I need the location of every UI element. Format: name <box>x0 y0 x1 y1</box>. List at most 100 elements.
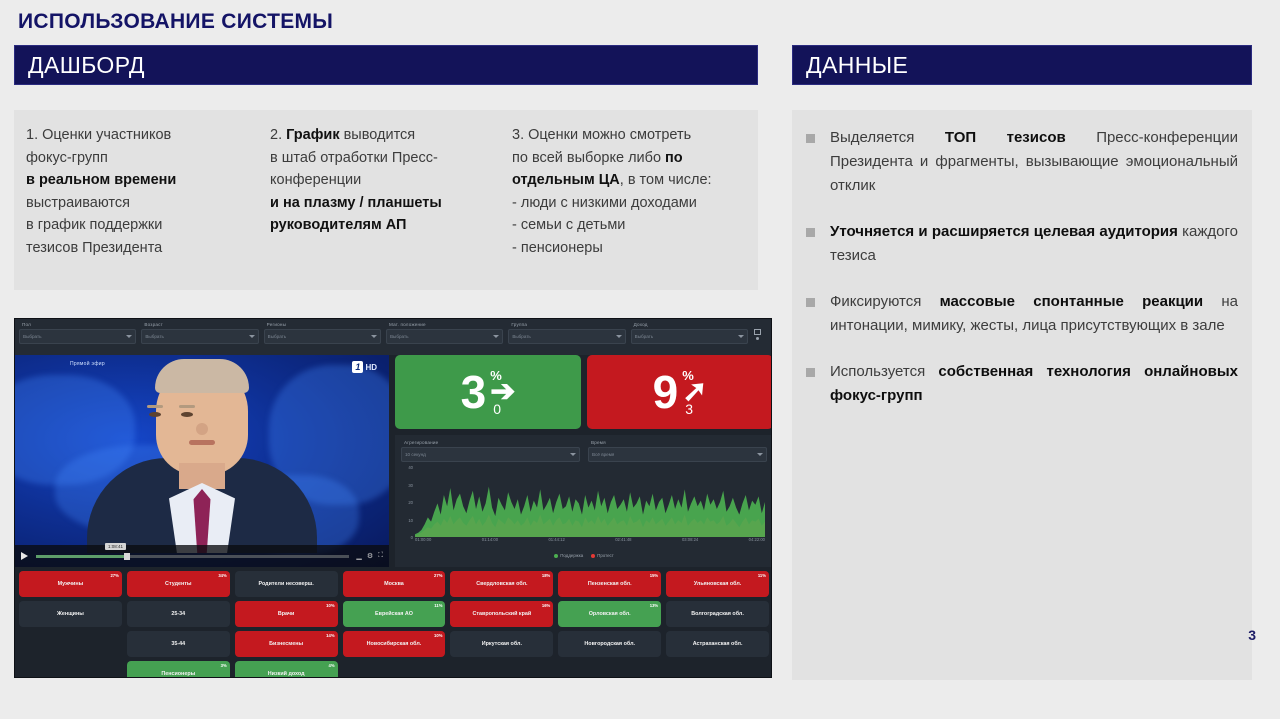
filter-group-label: Группа <box>511 322 528 327</box>
chart-legend-item: Протест <box>591 553 614 558</box>
filter-marital-status[interactable]: Мат. положение Выбрать <box>385 321 504 355</box>
segment-tile[interactable]: Новосибирская обл. 10% <box>342 631 446 657</box>
filter-income-select[interactable]: Выбрать <box>630 329 748 344</box>
description-text-2: 2. График выводится в штаб отработки Пре… <box>270 127 442 233</box>
segment-tile[interactable]: Ставропольский край 16% <box>450 601 554 627</box>
segment-tile[interactable]: Мужчины 27% <box>19 571 122 597</box>
description-column-3: 3. Оценки можно смотреть по всей выборке… <box>500 124 758 290</box>
segment-tile[interactable]: Иркутская обл. <box>450 631 554 657</box>
reaction-chart-plot: 40 30 20 10 0 01:00:00 01:14:00 01:44:12 02:41:… <box>401 465 767 551</box>
segment-tile-label: Женщины <box>56 611 84 617</box>
segment-tile-empty <box>666 661 769 677</box>
description-column-2: 2. График выводится в штаб отработки Пре… <box>258 124 500 290</box>
square-bullet-icon <box>806 298 815 307</box>
more-dot-icon <box>756 337 760 340</box>
segment-tile-empty <box>558 661 661 677</box>
fullscreen-icon[interactable] <box>753 329 763 355</box>
filter-income[interactable]: Доход Выбрать <box>630 321 748 355</box>
segment-tile[interactable]: Пенсионеры 3% <box>126 661 230 677</box>
segment-tile[interactable]: Волгоградская обл. <box>666 601 769 627</box>
gear-icon[interactable]: ⚙ <box>367 552 373 560</box>
live-badge: Прямой эфир <box>70 361 105 367</box>
channel-logo-hd: HD <box>365 362 377 372</box>
segment-tile[interactable]: Студенты 34% <box>126 571 230 597</box>
legend-color-swatch <box>554 553 559 558</box>
filter-group-select[interactable]: Выбрать <box>508 329 626 344</box>
bullet-text-3: Фиксируются массовые спонтанные реакции … <box>830 293 1238 334</box>
description-column-1: 1. Оценки участников фокус-групп в реаль… <box>14 124 258 290</box>
brow-shape <box>147 405 163 408</box>
segment-tile[interactable]: 35-44 <box>126 631 230 657</box>
chart-legend-item: Поддержка <box>554 553 583 558</box>
segment-tile[interactable]: 25-34 <box>126 601 230 627</box>
segment-tile-label: Еврейская АО <box>375 611 413 617</box>
volume-icon[interactable]: ▁ <box>356 552 361 560</box>
segment-tile[interactable]: Женщины <box>19 601 122 627</box>
page-title: ИСПОЛЬЗОВАНИЕ СИСТЕМЫ <box>18 10 334 33</box>
segment-tile[interactable]: Москва 27% <box>342 571 446 597</box>
video-progress-handle[interactable] <box>123 552 130 560</box>
video-progress-track[interactable]: 1:08:41 <box>36 542 350 560</box>
kpi-tile-protest: 9 % ➚ 3 <box>587 355 771 429</box>
segment-tile[interactable]: Родители несоверш. <box>234 571 338 597</box>
segment-tile-label: Иркутская обл. <box>481 641 522 647</box>
filter-aggregation-label: Агрегирование <box>404 440 439 445</box>
video-progress-fill <box>36 554 124 558</box>
chart-x-tick: 01:00:00 <box>415 537 432 542</box>
chevron-down-icon <box>493 335 500 338</box>
filter-group[interactable]: Группа Выбрать <box>508 321 626 355</box>
segment-tile[interactable]: Врачи 10% <box>234 601 338 627</box>
filter-time[interactable]: Время Всё время <box>588 439 767 462</box>
segment-tile[interactable]: Ульяновская обл. 11% <box>666 571 769 597</box>
chart-plot-area <box>415 467 765 537</box>
segment-tile-percent: 10% <box>326 603 335 608</box>
list-item: Используется собственная технология онла… <box>806 360 1238 408</box>
video-control-icons[interactable]: ▁ ⚙ ⛶ <box>356 552 383 560</box>
segment-tile[interactable]: Бизнесмены 14% <box>234 631 338 657</box>
filter-marital-status-select[interactable]: Выбрать <box>385 329 504 344</box>
section-header-dashboard: ДАШБОРД <box>14 45 758 85</box>
video-player[interactable]: Прямой эфир 1 HD 1:08:41 ▁ ⚙ ⛶ <box>15 355 389 567</box>
chevron-down-icon <box>248 335 255 338</box>
segment-tile-percent: 34% <box>218 573 227 578</box>
segment-tile[interactable]: Пензенская обл. 15% <box>558 571 662 597</box>
kpi-protest-value: 9 <box>652 366 679 418</box>
filter-regions[interactable]: Регионы Выбрать <box>263 321 381 355</box>
segment-tile-percent: 4% <box>328 663 335 668</box>
segment-tile-empty <box>343 661 446 677</box>
data-bullets-panel: Выделяется ТОП тезисов Пресс-конференции… <box>792 110 1252 680</box>
bullet-text-2: Уточняется и расширяется целевая аудитор… <box>830 223 1238 264</box>
segment-tile[interactable]: Астраханская обл. <box>666 631 769 657</box>
fullscreen-icon[interactable]: ⛶ <box>378 552 383 560</box>
segment-tile-label: 25-34 <box>171 611 186 617</box>
segment-tile[interactable]: Еврейская АО 11% <box>342 601 446 627</box>
list-item: Фиксируются массовые спонтанные реакции … <box>806 290 1238 338</box>
segment-tile-label: Волгоградская обл. <box>691 611 744 617</box>
filter-time-select[interactable]: Всё время <box>588 447 767 462</box>
filter-gender-select[interactable]: Выбрать <box>19 329 137 344</box>
chart-area-support <box>415 486 765 537</box>
filter-age[interactable]: Возраст Выбрать <box>141 321 259 355</box>
filter-aggregation[interactable]: Агрегирование 10 секунд <box>401 439 580 462</box>
chart-svg <box>415 486 765 537</box>
description-text-1: 1. Оценки участников фокус-групп в реаль… <box>26 127 177 256</box>
video-controls[interactable]: 1:08:41 ▁ ⚙ ⛶ <box>15 542 389 567</box>
segment-tile-label: 35-44 <box>171 641 186 647</box>
filter-gender[interactable]: Пол Выбрать <box>19 321 137 355</box>
segment-tile-percent: 18% <box>541 573 551 578</box>
filter-aggregation-select[interactable]: 10 секунд <box>401 447 580 462</box>
filter-age-select[interactable]: Выбрать <box>141 329 259 344</box>
filter-marital-status-value: Выбрать <box>389 334 409 339</box>
segment-tile[interactable]: Свердловская обл. 18% <box>450 571 554 597</box>
channel-logo-mark: 1 <box>352 361 364 373</box>
dashboard-screenshot: Пол Выбрать Возраст Выбрать Регионы Выбр… <box>14 318 772 678</box>
legend-color-swatch <box>591 553 596 558</box>
filter-gender-label: Пол <box>22 322 32 327</box>
chevron-down-icon <box>370 335 377 338</box>
play-icon[interactable] <box>21 552 28 560</box>
slide-root: ИСПОЛЬЗОВАНИЕ СИСТЕМЫ ДАШБОРД ДАННЫЕ 1. … <box>0 0 1280 719</box>
segment-tile[interactable]: Новгородская обл. <box>558 631 662 657</box>
filter-regions-select[interactable]: Выбрать <box>263 329 381 344</box>
segment-tile[interactable]: Низкий доход 4% <box>234 661 338 677</box>
segment-tile[interactable]: Орловская обл. 13% <box>558 601 662 627</box>
